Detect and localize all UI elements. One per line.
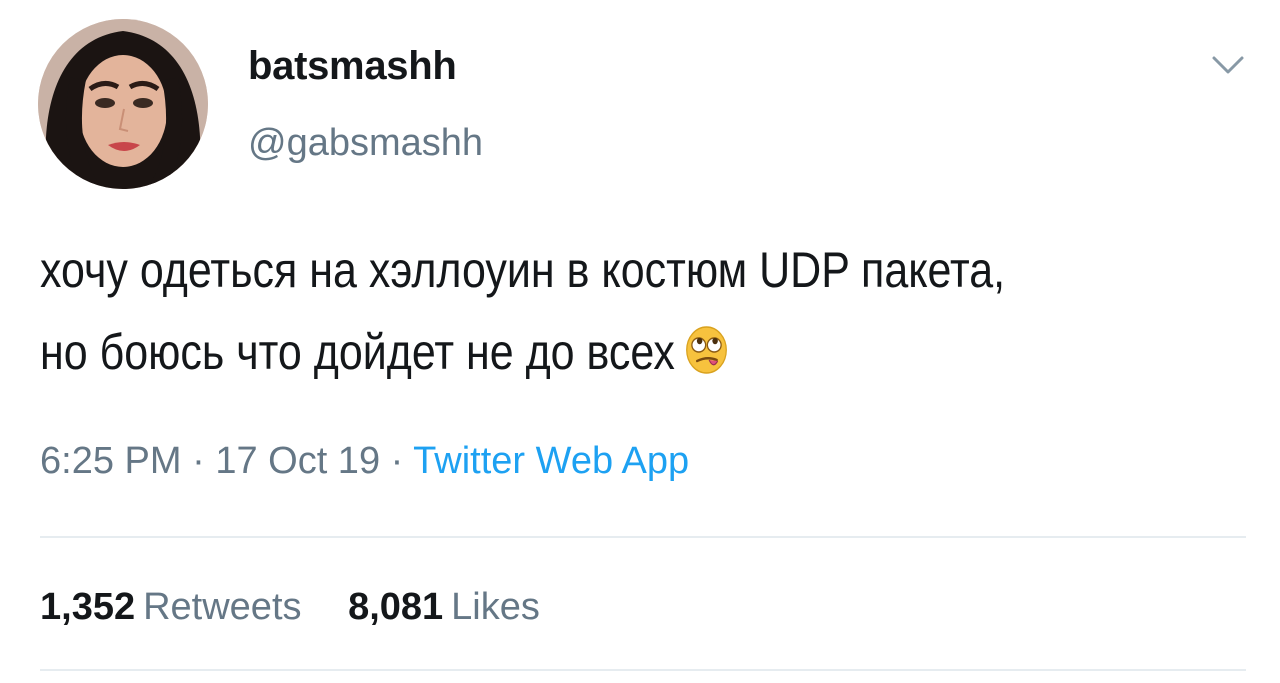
tweet-stats: 1,352 Retweets 8,081 Likes [40,586,576,629]
likes-stat[interactable]: 8,081 Likes [348,586,540,628]
likes-count: 8,081 [348,586,444,628]
tweet-meta: 6:25 PM · 17 Oct 19 · Twitter Web App [40,440,689,483]
meta-separator: · [181,440,216,482]
likes-label: Likes [451,586,540,628]
tweet-source-link[interactable]: Twitter Web App [413,440,689,482]
avatar-image [38,19,208,189]
retweets-label: Retweets [143,586,302,628]
retweets-count: 1,352 [40,586,136,628]
retweets-stat[interactable]: 1,352 Retweets [40,586,302,628]
tweet-date[interactable]: 17 Oct 19 [215,440,380,482]
rolling-eyes-emoji-icon [685,317,728,399]
tweet-text-line: хочу одеться на хэллоуин в костюм UDP па… [40,242,1006,298]
tweet-text: хочу одеться на хэллоуин в костюм UDP па… [40,229,1072,399]
divider [40,669,1246,671]
tweet-text-line: но боюсь что дойдет не до всех [40,311,1072,399]
tweet-text-segment: но боюсь что дойдет не до всех [40,324,675,380]
author-display-name[interactable]: batsmashh [248,44,457,89]
tweet-time[interactable]: 6:25 PM [40,440,182,482]
divider [40,536,1246,538]
meta-separator: · [380,440,414,482]
chevron-down-icon[interactable] [1210,52,1246,80]
tweet: batsmashh @gabsmashh хочу одеться на хэл… [0,0,1280,683]
author-handle[interactable]: @gabsmashh [248,122,483,165]
avatar[interactable] [38,19,208,189]
